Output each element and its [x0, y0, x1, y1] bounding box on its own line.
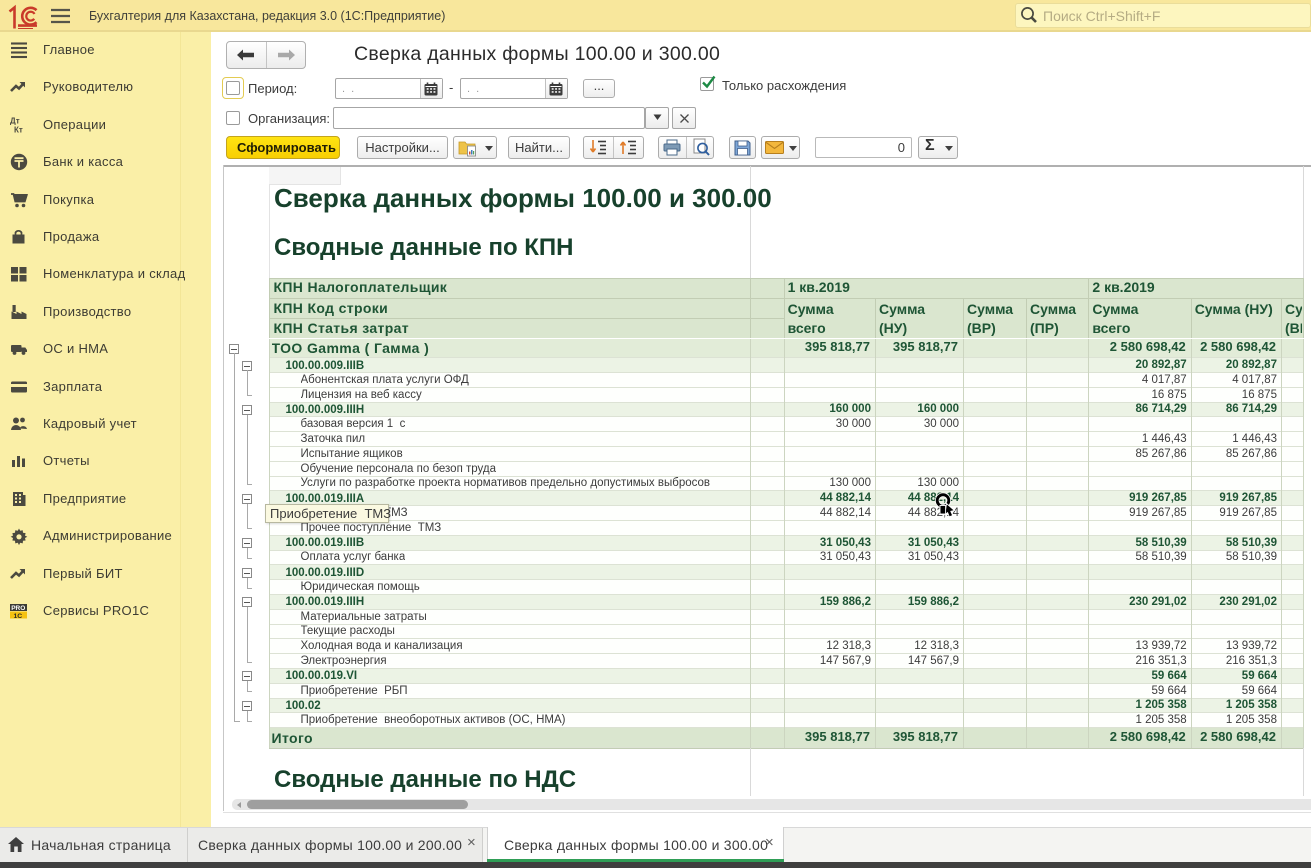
svg-text:Кт: Кт [14, 125, 23, 134]
svg-text:Дт: Дт [10, 116, 20, 125]
svg-text:PRO: PRO [11, 605, 25, 612]
svg-text:1C: 1C [14, 613, 23, 620]
